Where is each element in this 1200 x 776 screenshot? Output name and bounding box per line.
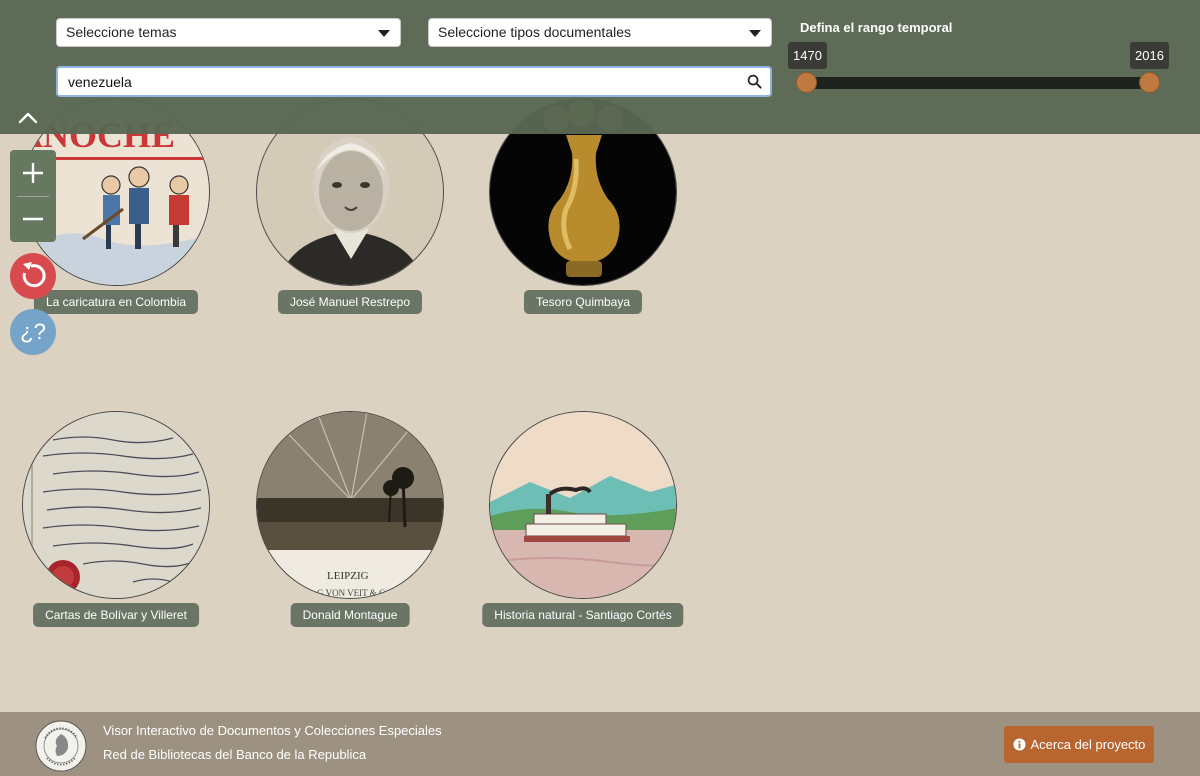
search-box	[56, 66, 772, 97]
collection-card-label: Cartas de Bolívar y Villeret	[33, 603, 199, 627]
range-max-value: 2016	[1130, 42, 1169, 69]
zoom-controls	[10, 150, 56, 242]
steamboat-thumbnail	[489, 411, 677, 599]
letter-thumbnail	[22, 411, 210, 599]
collection-card[interactable]: Cartas de Bolívar y Villeret	[21, 411, 211, 631]
zoom-in-button[interactable]	[10, 150, 56, 196]
help-button[interactable]: ¿?	[10, 309, 56, 355]
time-range-slider-track[interactable]	[806, 77, 1150, 89]
info-icon	[1013, 738, 1026, 751]
about-project-label: Acerca del proyecto	[1030, 737, 1146, 752]
collection-card-label: Tesoro Quimbaya	[523, 290, 643, 314]
bank-seal-logo	[35, 720, 87, 772]
chevron-down-icon	[749, 30, 761, 37]
document-types-select[interactable]: Seleccione tipos documentales	[428, 18, 772, 47]
refresh-icon	[22, 262, 46, 288]
minus-icon	[23, 217, 43, 221]
collection-card-label: José Manuel Restrepo	[277, 290, 423, 314]
document-types-select-label: Seleccione tipos documentales	[438, 24, 632, 40]
search-input[interactable]	[58, 68, 738, 95]
zoom-out-button[interactable]	[10, 196, 56, 242]
range-min-handle[interactable]	[796, 72, 817, 93]
footer: Visor Interactivo de Documentos y Colecc…	[0, 712, 1200, 776]
filter-bar: Seleccione temas Seleccione tipos docume…	[0, 0, 1200, 134]
svg-text:G VON VEIT & C: G VON VEIT & C	[317, 588, 385, 598]
plus-icon	[23, 163, 43, 183]
footer-subtitle: Red de Bibliotecas del Banco de la Repub…	[103, 747, 367, 762]
help-button-label: ¿?	[20, 319, 46, 344]
collection-card[interactable]: LEIPZIG G VON VEIT & C Donald Montague	[255, 411, 445, 631]
collection-card-label: Donald Montague	[290, 603, 410, 627]
topics-select[interactable]: Seleccione temas	[56, 18, 401, 47]
svg-text:LEIPZIG: LEIPZIG	[327, 570, 369, 582]
topics-select-label: Seleccione temas	[66, 24, 177, 40]
about-project-button[interactable]: Acerca del proyecto	[1004, 726, 1154, 763]
collection-card[interactable]: Historia natural - Santiago Cortés	[482, 411, 684, 631]
reset-view-button[interactable]	[10, 253, 56, 299]
footer-title: Visor Interactivo de Documentos y Colecc…	[103, 723, 442, 738]
collapse-filters-chevron-up-icon[interactable]	[17, 110, 39, 126]
chevron-down-icon	[378, 30, 390, 37]
range-max-handle[interactable]	[1139, 72, 1160, 93]
collection-card-label: La caricatura en Colombia	[33, 290, 199, 314]
search-icon[interactable]	[747, 74, 762, 89]
landscape-thumbnail: LEIPZIG G VON VEIT & C	[256, 411, 444, 599]
time-range-title: Defina el rango temporal	[800, 20, 953, 35]
range-min-value: 1470	[788, 42, 827, 69]
collection-card-label: Historia natural - Santiago Cortés	[482, 603, 684, 627]
